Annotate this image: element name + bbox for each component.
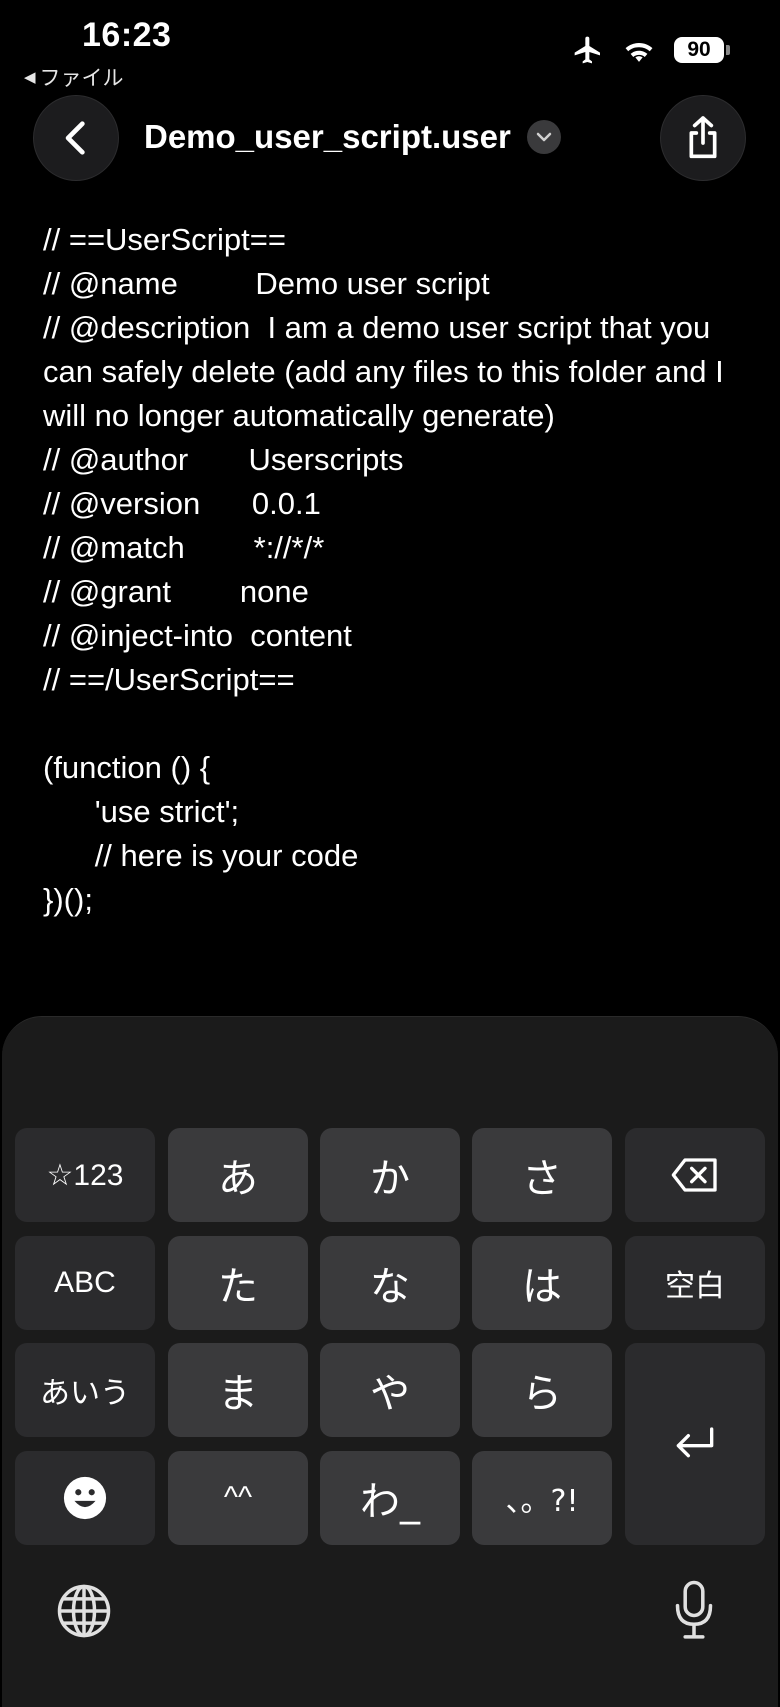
chevron-left-icon <box>65 121 85 155</box>
key-sa[interactable]: さ <box>472 1128 612 1222</box>
emoji-icon <box>63 1476 107 1520</box>
key-numbers-symbols[interactable]: ☆123 <box>15 1128 155 1222</box>
share-icon <box>689 116 717 159</box>
keyboard: ☆123 あ か さ ABC た な は 空白 あいう ま や ら ^^ わ_ … <box>2 1016 778 1707</box>
wifi-icon <box>625 43 653 62</box>
microphone-button[interactable] <box>672 1579 716 1646</box>
key-ta[interactable]: た <box>168 1236 308 1330</box>
battery-level: 90 <box>674 37 724 63</box>
file-title: Demo_user_script.user <box>144 118 511 155</box>
share-button[interactable] <box>660 95 746 181</box>
code-line: (function () { <box>43 750 211 785</box>
key-ha[interactable]: は <box>472 1236 612 1330</box>
chevron-down-icon <box>526 120 561 154</box>
airplane-icon <box>574 36 600 64</box>
code-line: // ==UserScript== <box>43 222 286 257</box>
key-na[interactable]: な <box>320 1236 460 1330</box>
key-ma[interactable]: ま <box>168 1343 308 1437</box>
backspace-key[interactable] <box>625 1128 765 1222</box>
code-line: // @grant none <box>43 574 309 609</box>
status-icons: 90 <box>572 34 730 66</box>
code-line: // @name Demo user script <box>43 266 490 301</box>
code-line: // @inject-into content <box>43 618 352 653</box>
key-wa[interactable]: わ_ <box>320 1451 460 1545</box>
code-line: // @author Userscripts <box>43 442 404 477</box>
backspace-icon <box>671 1158 717 1192</box>
back-to-app-link[interactable]: ◀ ファイル <box>24 62 124 92</box>
return-icon <box>676 1427 714 1458</box>
back-app-label: ファイル <box>39 67 124 90</box>
space-key[interactable]: 空白 <box>625 1236 765 1330</box>
code-editor[interactable]: // ==UserScript== // @name Demo user scri… <box>43 218 743 922</box>
back-button[interactable] <box>33 95 119 181</box>
key-ya[interactable]: や <box>320 1343 460 1437</box>
back-triangle-icon: ◀ <box>24 69 36 86</box>
code-line: // @match *://*/* <box>43 530 325 565</box>
status-time: 16:23 <box>82 16 172 54</box>
emoji-key[interactable] <box>15 1451 155 1545</box>
battery-icon: 90 <box>674 37 730 63</box>
key-punctuation[interactable]: 、。?! <box>472 1451 612 1545</box>
globe-button[interactable] <box>56 1583 112 1644</box>
code-line: })(); <box>43 882 93 917</box>
key-ra[interactable]: ら <box>472 1343 612 1437</box>
code-line: // here is your code <box>43 838 359 873</box>
code-line: // @version 0.0.1 <box>43 486 321 521</box>
code-line: 'use strict'; <box>43 794 240 829</box>
code-line: // @description I am a demo user script … <box>43 310 733 433</box>
key-kaomoji[interactable]: ^^ <box>168 1451 308 1545</box>
file-title-menu[interactable]: Demo_user_script.user <box>144 118 561 156</box>
key-ka[interactable]: か <box>320 1128 460 1222</box>
key-abc[interactable]: ABC <box>15 1236 155 1330</box>
globe-icon <box>57 1584 111 1638</box>
microphone-icon <box>675 1580 713 1639</box>
key-kana-mode[interactable]: あいう <box>15 1343 155 1437</box>
return-key[interactable] <box>625 1343 765 1545</box>
code-line: // ==/UserScript== <box>43 662 295 697</box>
key-a[interactable]: あ <box>168 1128 308 1222</box>
